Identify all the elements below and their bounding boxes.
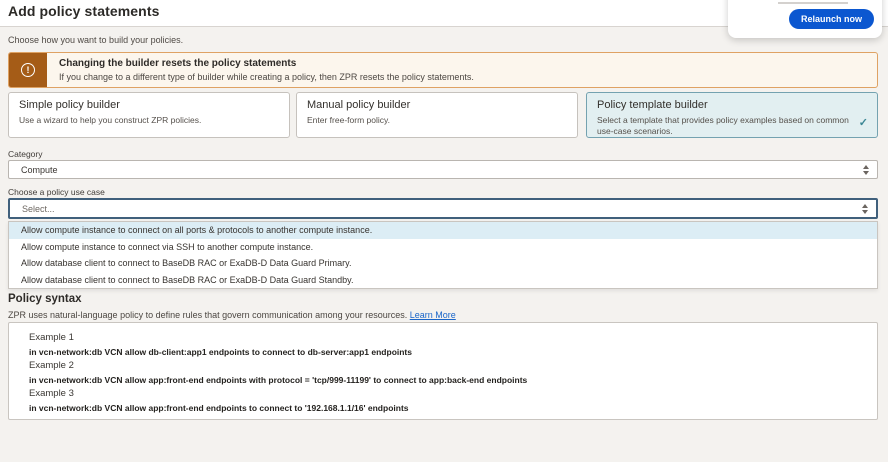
card-title: Policy template builder: [597, 99, 851, 111]
chevron-up-icon: [863, 165, 869, 169]
card-description: Enter free-form policy.: [307, 115, 567, 126]
category-select[interactable]: Compute: [8, 160, 878, 179]
builder-card-simple[interactable]: Simple policy builder Use a wizard to he…: [8, 92, 290, 138]
example-label: Example 1: [29, 332, 867, 343]
use-case-options-list: Allow compute instance to connect on all…: [8, 221, 878, 289]
use-case-option[interactable]: Allow compute instance to connect via SS…: [9, 239, 877, 256]
policy-syntax-description: ZPR uses natural-language policy to defi…: [8, 310, 456, 320]
relaunch-popup: Relaunch now: [728, 0, 882, 38]
example-code: in vcn-network:db VCN allow app:front-en…: [29, 375, 867, 385]
learn-more-link[interactable]: Learn More: [410, 310, 456, 320]
relaunch-button[interactable]: Relaunch now: [789, 9, 874, 29]
use-case-label: Choose a policy use case: [8, 187, 105, 197]
chevron-down-icon: [862, 210, 868, 214]
card-title: Simple policy builder: [19, 99, 279, 111]
builder-card-manual[interactable]: Manual policy builder Enter free-form po…: [296, 92, 578, 138]
select-stepper-icon: [862, 204, 868, 214]
builder-card-template[interactable]: Policy template builder Select a templat…: [586, 92, 878, 138]
category-select-value: Compute: [9, 165, 58, 175]
card-description: Use a wizard to help you construct ZPR p…: [19, 115, 279, 126]
example-label: Example 2: [29, 360, 867, 371]
intro-text: Choose how you want to build your polici…: [8, 35, 183, 45]
chevron-up-icon: [862, 204, 868, 208]
use-case-select-value: Select...: [10, 204, 55, 214]
page: Add policy statements Choose how you wan…: [0, 0, 888, 468]
exclamation-circle-icon: !: [21, 63, 35, 77]
use-case-option[interactable]: Allow compute instance to connect on all…: [9, 222, 877, 239]
banner-description: If you change to a different type of bui…: [59, 72, 474, 82]
category-label: Category: [8, 149, 43, 159]
popup-clipped-text: [778, 2, 848, 4]
examples-box: Example 1 in vcn-network:db VCN allow db…: [8, 322, 878, 420]
example-code: in vcn-network:db VCN allow app:front-en…: [29, 403, 867, 413]
warning-banner: ! Changing the builder resets the policy…: [8, 52, 878, 88]
use-case-select[interactable]: Select...: [8, 198, 878, 219]
policy-syntax-heading: Policy syntax: [8, 293, 82, 305]
example-code: in vcn-network:db VCN allow db-client:ap…: [29, 347, 867, 357]
chevron-down-icon: [863, 171, 869, 175]
card-title: Manual policy builder: [307, 99, 567, 111]
page-title: Add policy statements: [8, 3, 159, 19]
use-case-option[interactable]: Allow database client to connect to Base…: [9, 272, 877, 289]
policy-syntax-description-text: ZPR uses natural-language policy to defi…: [8, 310, 407, 320]
select-stepper-icon: [863, 165, 869, 175]
card-description: Select a template that provides policy e…: [597, 115, 851, 136]
warning-icon: !: [9, 53, 47, 87]
example-label: Example 3: [29, 388, 867, 399]
warning-banner-body: Changing the builder resets the policy s…: [47, 53, 484, 87]
banner-title: Changing the builder resets the policy s…: [59, 58, 474, 69]
use-case-option[interactable]: Allow database client to connect to Base…: [9, 255, 877, 272]
selected-check-icon: ✓: [859, 116, 868, 129]
builder-section: Choose how you want to build your polici…: [0, 27, 888, 462]
